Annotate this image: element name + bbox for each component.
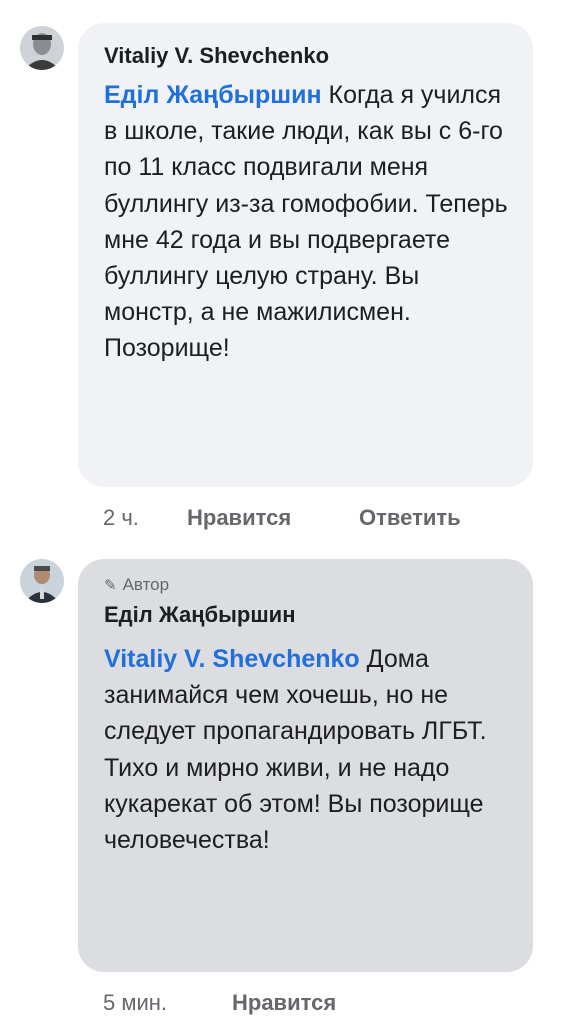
comment-body: Когда я учился в школе, такие люди, как … xyxy=(104,81,508,363)
like-button[interactable]: Нравится xyxy=(187,505,291,531)
author-badge: ✎ Автор xyxy=(104,575,169,595)
avatar[interactable] xyxy=(20,26,64,70)
avatar[interactable] xyxy=(20,559,64,603)
author-badge-label: Автор xyxy=(122,575,170,594)
like-button[interactable]: Нравится xyxy=(232,990,336,1016)
reply-button[interactable]: Ответить xyxy=(359,505,461,531)
comment-author[interactable]: Vitaliy V. Shevchenko xyxy=(104,43,329,69)
comment-text: Едiл Жаңбыршин Когда я учился в школе, т… xyxy=(104,77,515,367)
pencil-icon: ✎ xyxy=(104,577,117,594)
comment-author[interactable]: Едiл Жаңбыршин xyxy=(104,602,295,628)
comment-bubble: ✎ Автор Едiл Жаңбыршин Vitaliy V. Shevche… xyxy=(78,559,533,972)
comment-timestamp[interactable]: 5 мин. xyxy=(103,990,167,1016)
comment-body: Дома занимайся чем хочешь, но не следует… xyxy=(104,645,487,855)
comment-text: Vitaliy V. Shevchenko Дома занимайся чем… xyxy=(104,641,515,858)
comment-2: ✎ Автор Едiл Жаңбыршин Vitaliy V. Shevche… xyxy=(0,540,569,1024)
profile-photo-icon xyxy=(20,559,64,603)
mention-link[interactable]: Едiл Жаңбыршин xyxy=(104,81,322,109)
comment-timestamp[interactable]: 2 ч. xyxy=(103,505,139,531)
comment-1: Vitaliy V. Shevchenko Едiл Жаңбыршин Ког… xyxy=(0,0,569,540)
profile-photo-icon xyxy=(20,26,64,70)
mention-link[interactable]: Vitaliy V. Shevchenko xyxy=(104,645,360,673)
comment-bubble: Vitaliy V. Shevchenko Едiл Жаңбыршин Ког… xyxy=(78,23,533,487)
